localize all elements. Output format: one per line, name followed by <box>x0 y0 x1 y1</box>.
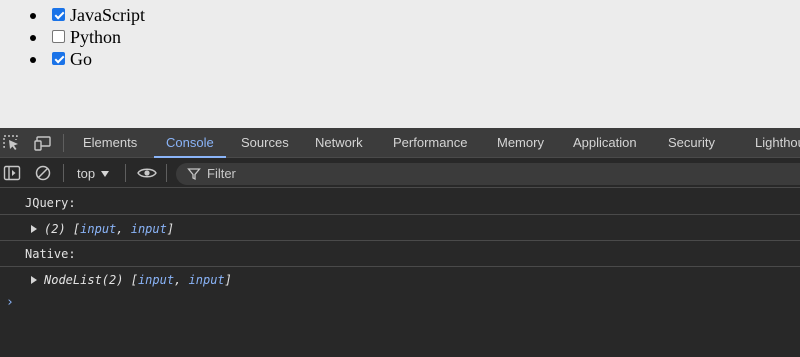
divider <box>125 164 126 182</box>
language-list: JavaScript Python Go <box>30 5 145 71</box>
bullet <box>30 35 36 41</box>
console-toolbar: top Filter <box>0 159 800 188</box>
list-item-javascript: JavaScript <box>30 5 145 27</box>
divider <box>166 164 167 182</box>
clear-console-icon[interactable] <box>34 165 52 181</box>
inspect-element-icon[interactable] <box>3 135 21 151</box>
device-toolbar-icon[interactable] <box>34 135 52 151</box>
tab-network[interactable]: Network <box>315 128 363 158</box>
dropdown-arrow-icon <box>101 171 110 177</box>
log-text: JQuery: <box>25 196 76 210</box>
tab-elements[interactable]: Elements <box>83 128 137 158</box>
list-item-go: Go <box>30 49 145 71</box>
page-content: JavaScript Python Go <box>0 0 800 128</box>
log-text: Native: <box>25 247 76 261</box>
array-item: input <box>188 273 225 287</box>
console-message-jquery-result[interactable]: (2) [input, input] <box>0 217 800 241</box>
eye-icon[interactable] <box>137 165 157 181</box>
filter-icon <box>187 166 201 182</box>
item-label: JavaScript <box>70 5 145 25</box>
console-message: Native: <box>0 243 800 267</box>
checkbox-python[interactable] <box>52 30 65 43</box>
devtools-tabbar: Elements Console Sources Network Perform… <box>0 128 800 158</box>
tab-console[interactable]: Console <box>154 128 226 158</box>
array-item: input <box>130 222 167 236</box>
checkbox-javascript[interactable] <box>52 8 65 21</box>
tab-application[interactable]: Application <box>573 128 637 158</box>
tab-security[interactable]: Security <box>668 128 715 158</box>
console-message: JQuery: <box>0 193 800 215</box>
expand-triangle-icon[interactable] <box>31 225 37 233</box>
divider <box>63 134 64 152</box>
sidebar-toggle-icon[interactable] <box>3 165 21 181</box>
bullet <box>30 57 36 63</box>
context-selector[interactable]: top <box>77 159 110 188</box>
item-label: Go <box>70 49 92 69</box>
console-prompt[interactable]: › <box>6 295 14 310</box>
tab-memory[interactable]: Memory <box>497 128 544 158</box>
tab-performance[interactable]: Performance <box>393 128 467 158</box>
array-count: (2) <box>44 222 66 236</box>
array-item: input <box>137 273 175 287</box>
log-object[interactable]: NodeList(2) [input, input] <box>44 270 232 290</box>
nodelist-prefix: NodeList(2) <box>44 273 124 287</box>
list-item-python: Python <box>30 27 145 49</box>
filter-placeholder: Filter <box>207 166 236 181</box>
filter-input[interactable]: Filter <box>176 163 800 185</box>
array-item: input <box>80 222 117 236</box>
item-label: Python <box>70 27 122 47</box>
expand-triangle-icon[interactable] <box>31 276 37 284</box>
context-label: top <box>77 166 96 181</box>
log-object[interactable]: (2) [input, input] <box>44 219 174 239</box>
checkbox-go[interactable] <box>52 52 65 65</box>
tab-sources[interactable]: Sources <box>241 128 289 158</box>
divider <box>63 164 64 182</box>
console-output: JQuery: (2) [input, input] Native: NodeL… <box>0 189 800 357</box>
tab-lighthouse[interactable]: Lighthouse <box>755 128 800 158</box>
devtools-panel: Elements Console Sources Network Perform… <box>0 128 800 357</box>
console-message-native-result[interactable]: NodeList(2) [input, input] <box>0 268 800 292</box>
bullet <box>30 13 36 19</box>
